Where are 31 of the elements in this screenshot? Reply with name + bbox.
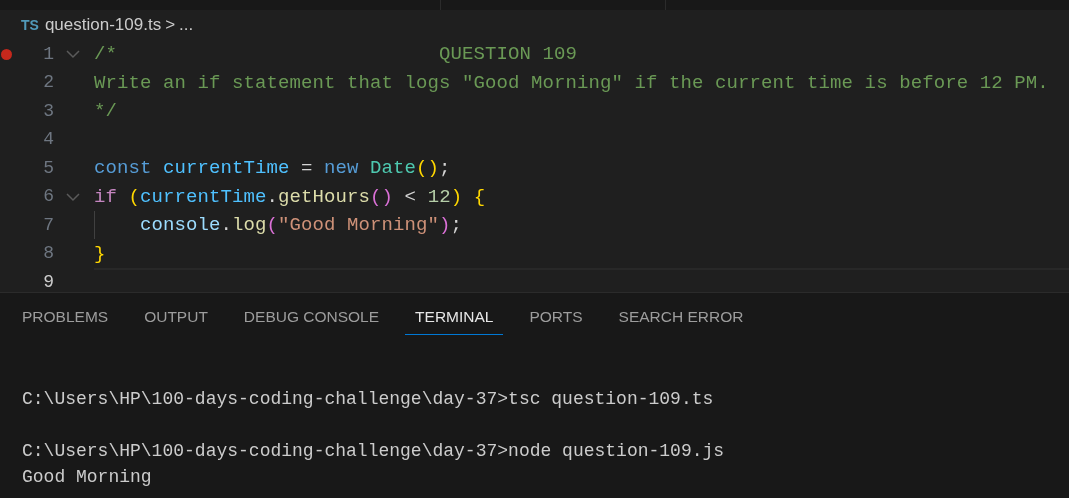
line-number: 5	[42, 156, 54, 180]
code-line: }	[94, 241, 106, 267]
line-number: 3	[42, 99, 54, 123]
code-line: if (currentTime.getHours() < 12) {	[94, 184, 486, 210]
code-line: console.log("Good Morning");	[140, 213, 463, 238]
code-line: Write an if statement that logs "Good Morning" if the current time is before 12 PM.	[94, 70, 1049, 96]
line-number: 7	[42, 213, 54, 237]
panel-tab[interactable]: PROBLEMS	[12, 301, 119, 335]
line-number: 1	[42, 42, 54, 66]
breadcrumb-item[interactable]: ...	[179, 12, 194, 38]
breadcrumb-separator: >	[165, 14, 176, 37]
panel-tab[interactable]: TERMINAL	[405, 301, 504, 335]
fold-chevron-icon[interactable]	[66, 49, 80, 60]
line-number: 4	[42, 128, 54, 152]
panel-tab[interactable]: SEARCH ERROR	[608, 301, 754, 335]
line-number: 9	[42, 270, 54, 292]
panel-tab[interactable]: PORTS	[519, 301, 593, 335]
terminal-line: Good Morning	[22, 466, 153, 489]
fold-chevron-icon[interactable]	[66, 191, 80, 202]
code-line: /* QUESTION 109	[94, 42, 578, 67]
code-line: */	[94, 99, 117, 124]
terminal-line: C:\Users\HP\100-days-coding-challenge\day-37>node question-109.js	[22, 440, 726, 463]
code-line: const currentTime = new Date();	[94, 156, 451, 181]
panel-tab[interactable]: DEBUG CONSOLE	[233, 301, 390, 335]
panel-tab[interactable]: OUTPUT	[134, 301, 218, 335]
line-number: 2	[42, 71, 54, 95]
breadcrumb-item[interactable]: question-109.ts	[44, 12, 162, 38]
line-number: 6	[42, 185, 54, 209]
file-type-icon: TS	[21, 14, 39, 36]
terminal-line: C:\Users\HP\100-days-coding-challenge\day-37>tsc question-109.ts	[22, 388, 715, 411]
line-number: 8	[42, 242, 54, 266]
